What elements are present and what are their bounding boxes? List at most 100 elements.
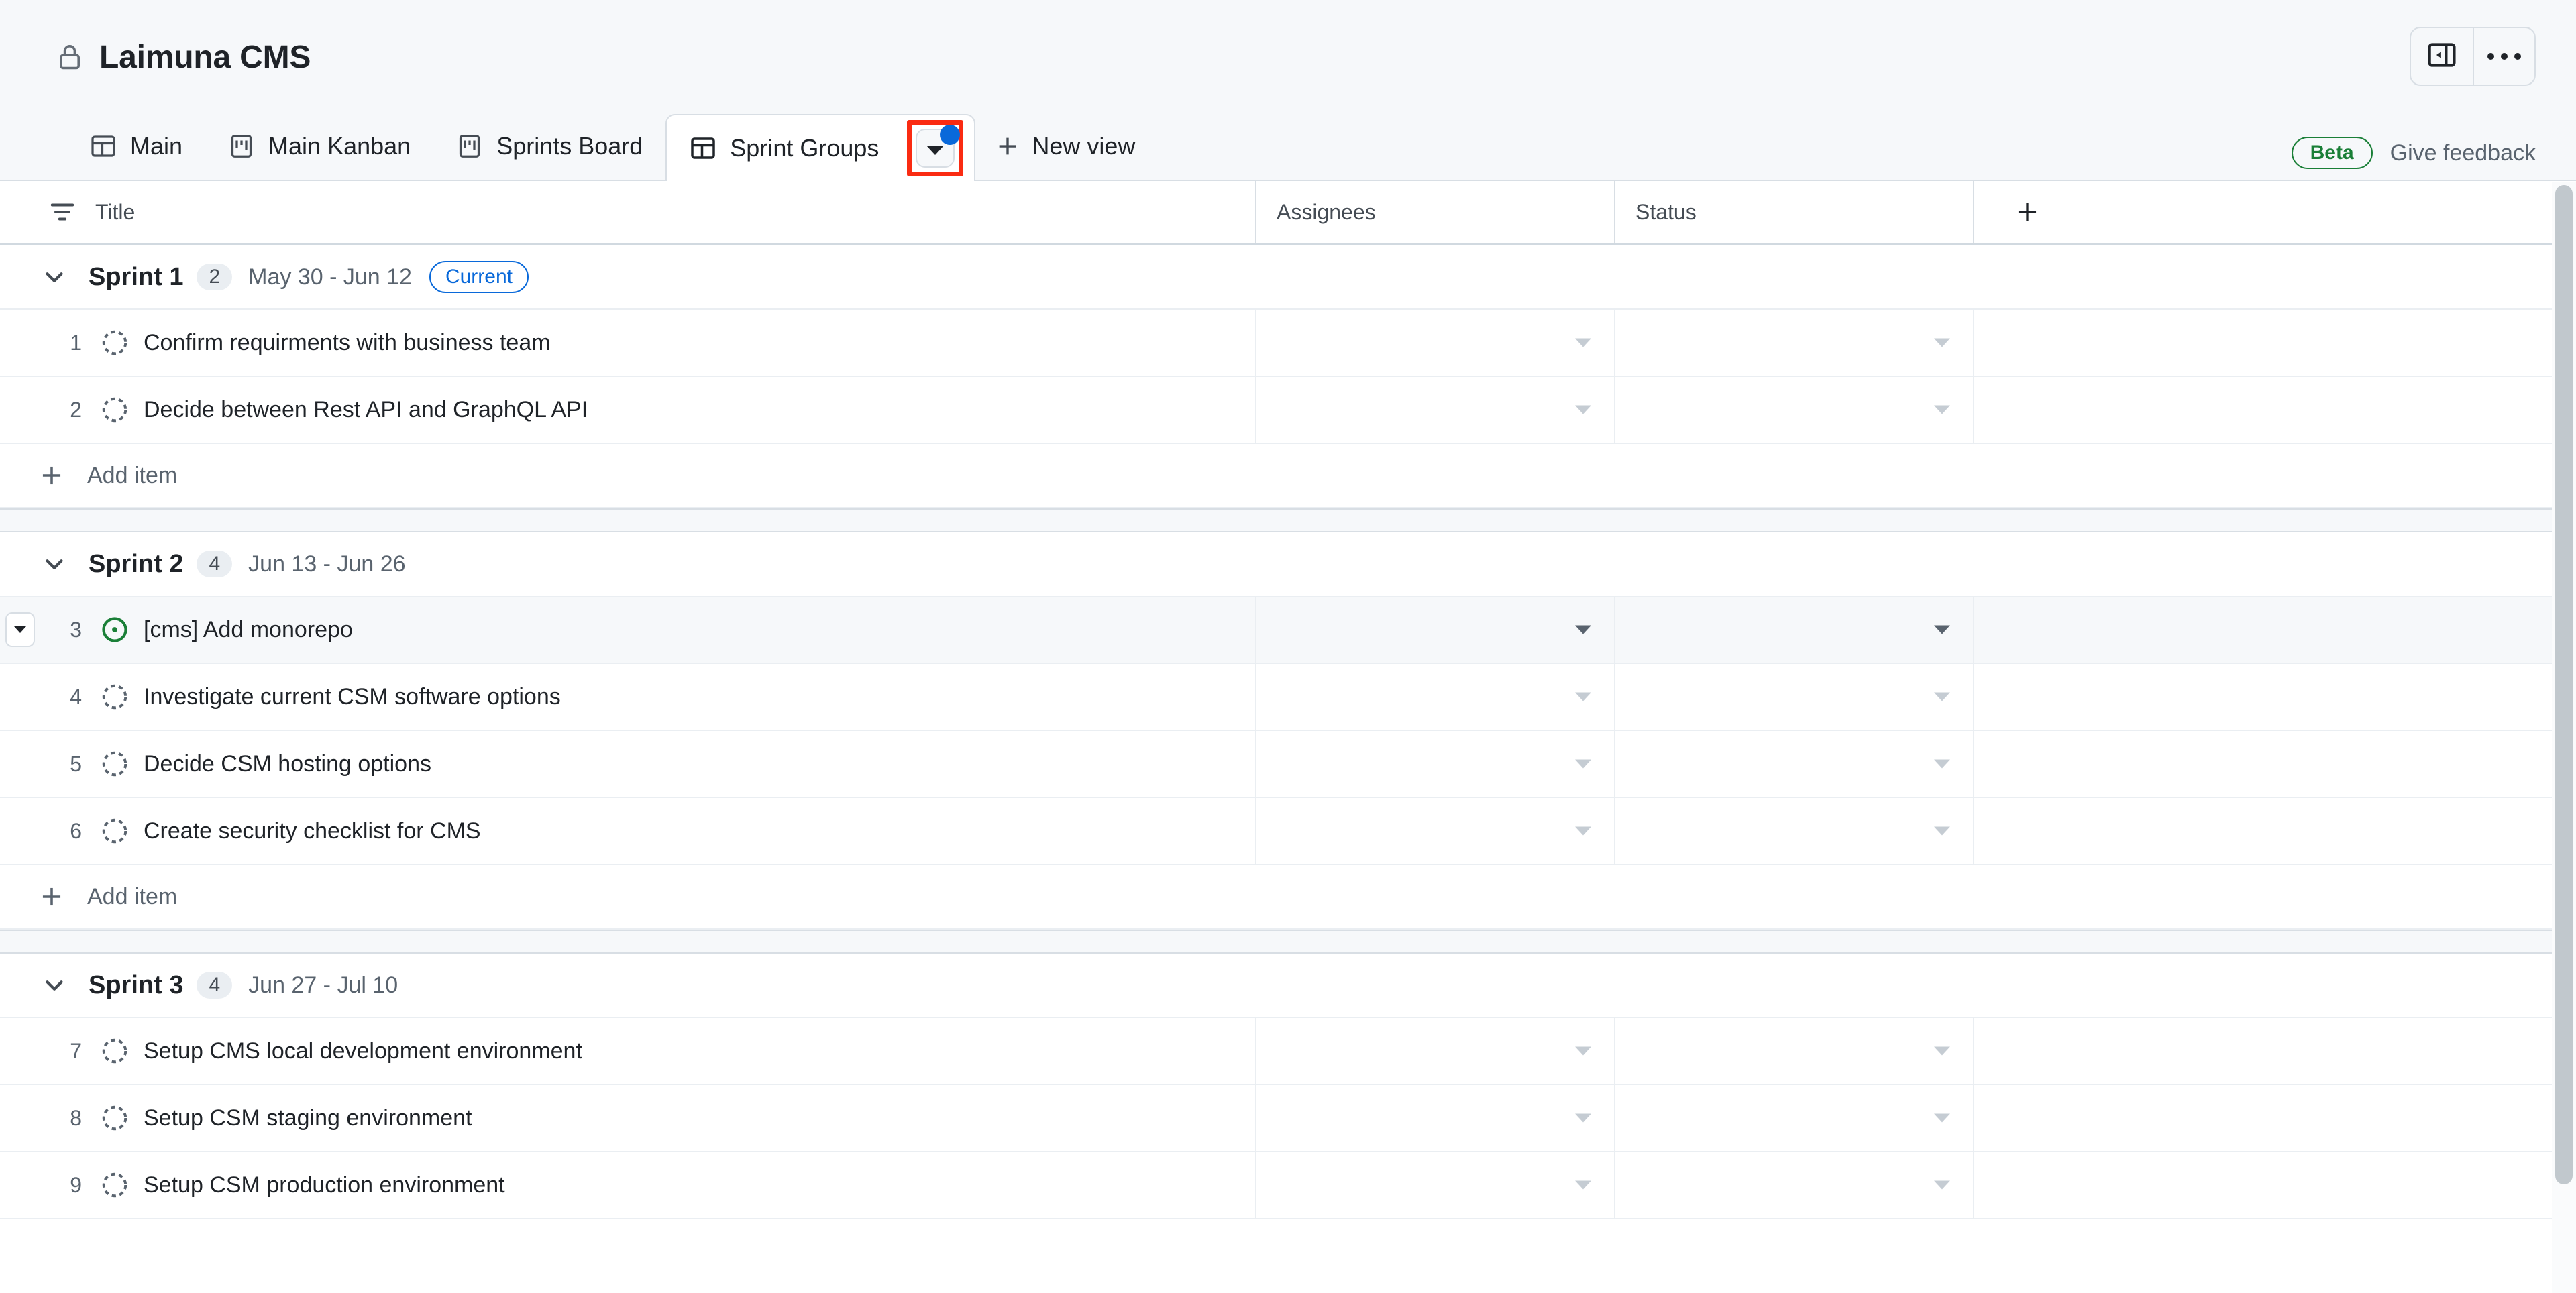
plus-icon	[996, 134, 1020, 158]
board-view-icon	[228, 133, 255, 160]
sidebar-collapse-icon	[2426, 40, 2457, 74]
chevron-down-icon[interactable]	[1934, 1113, 1950, 1123]
item-title: Create security checklist for CMS	[144, 818, 481, 844]
row-number: 4	[0, 685, 101, 710]
cell-empty	[1974, 1152, 2538, 1218]
new-view-button[interactable]: New view	[975, 113, 1155, 180]
chevron-down-icon[interactable]	[1934, 405, 1950, 414]
cell-status[interactable]	[1615, 1085, 1974, 1151]
cell-empty	[1974, 1085, 2538, 1151]
cell-assignees[interactable]	[1256, 1152, 1615, 1218]
chevron-down-icon[interactable]	[1934, 1046, 1950, 1056]
draft-issue-icon	[101, 329, 144, 357]
page-title: Laimuna CMS	[99, 39, 311, 75]
item-title: [cms] Add monorepo	[144, 616, 353, 642]
cell-title[interactable]: 7 Setup CMS local development environment	[0, 1018, 1256, 1084]
chevron-down-icon[interactable]	[1934, 338, 1950, 347]
chevron-down-icon[interactable]	[1575, 692, 1591, 701]
table-row[interactable]: 6 Create security checklist for CMS	[0, 798, 2576, 865]
cell-assignees[interactable]	[1256, 377, 1615, 443]
cell-title[interactable]: 3 [cms] Add monorepo	[0, 597, 1256, 663]
give-feedback-link[interactable]: Give feedback	[2390, 140, 2536, 166]
chevron-down-icon[interactable]	[1575, 826, 1591, 836]
tab-sprint-groups[interactable]: Sprint Groups	[665, 114, 976, 181]
cell-title[interactable]: 6 Create security checklist for CMS	[0, 798, 1256, 864]
column-header-status[interactable]: Status	[1615, 181, 1974, 243]
chevron-down-icon[interactable]	[1575, 625, 1591, 634]
cell-status[interactable]	[1615, 731, 1974, 797]
row-number-label: 6	[70, 818, 82, 843]
cell-assignees[interactable]	[1256, 731, 1615, 797]
cell-title[interactable]: 1 Confirm requirments with business team	[0, 310, 1256, 376]
chevron-down-icon[interactable]	[1575, 1046, 1591, 1056]
scrollbar-thumb[interactable]	[2555, 185, 2573, 1184]
plus-icon	[2015, 199, 2040, 225]
chevron-down-icon[interactable]	[1934, 759, 1950, 769]
table-row[interactable]: 8 Setup CSM staging environment	[0, 1085, 2576, 1152]
vertical-scrollbar[interactable]	[2552, 182, 2576, 1293]
column-header-assignees[interactable]: Assignees	[1256, 181, 1615, 243]
row-number: 7	[0, 1039, 101, 1064]
cell-assignees[interactable]	[1256, 1085, 1615, 1151]
kebab-more-icon	[2487, 53, 2521, 60]
title-content: Setup CSM staging environment	[101, 1104, 472, 1132]
draft-issue-icon	[101, 1037, 144, 1065]
unsaved-changes-dot	[940, 125, 961, 145]
table-row[interactable]: 7 Setup CMS local development environment	[0, 1018, 2576, 1085]
cell-status[interactable]	[1615, 310, 1974, 376]
chevron-down-icon[interactable]	[1934, 1180, 1950, 1190]
cell-title[interactable]: 9 Setup CSM production environment	[0, 1152, 1256, 1218]
chevron-down-icon[interactable]	[1575, 338, 1591, 347]
table-row[interactable]: 9 Setup CSM production environment	[0, 1152, 2576, 1219]
row-number: 1	[0, 331, 101, 355]
cell-assignees[interactable]	[1256, 310, 1615, 376]
table-row[interactable]: 3 [cms] Add monorepo	[0, 597, 2576, 664]
cell-status[interactable]	[1615, 377, 1974, 443]
cell-title[interactable]: 2 Decide between Rest API and GraphQL API	[0, 377, 1256, 443]
cell-status[interactable]	[1615, 597, 1974, 663]
filter-icon[interactable]	[0, 198, 95, 226]
chevron-down-icon[interactable]	[1575, 759, 1591, 769]
chevron-down-icon[interactable]	[40, 263, 89, 291]
table-row[interactable]: 4 Investigate current CSM software option…	[0, 664, 2576, 731]
cell-title[interactable]: 5 Decide CSM hosting options	[0, 731, 1256, 797]
cell-assignees[interactable]	[1256, 1018, 1615, 1084]
cell-status[interactable]	[1615, 664, 1974, 730]
row-number-label: 9	[70, 1172, 82, 1197]
chevron-down-icon[interactable]	[40, 971, 89, 999]
group-separator	[0, 930, 2576, 954]
add-item-row[interactable]: Add item	[0, 865, 2576, 930]
chevron-down-icon[interactable]	[1934, 625, 1950, 634]
cell-assignees[interactable]	[1256, 664, 1615, 730]
more-options-button[interactable]	[2473, 28, 2534, 85]
cell-status[interactable]	[1615, 1152, 1974, 1218]
tab-label: Main Kanban	[268, 132, 411, 160]
cell-title[interactable]: 4 Investigate current CSM software option…	[0, 664, 1256, 730]
tab-main-kanban[interactable]: Main Kanban	[205, 113, 433, 180]
cell-title[interactable]: 8 Setup CSM staging environment	[0, 1085, 1256, 1151]
view-options-button[interactable]	[916, 125, 961, 168]
column-header-title[interactable]: Title	[0, 181, 1256, 243]
draft-issue-icon	[101, 396, 144, 424]
tab-sprints-board[interactable]: Sprints Board	[433, 113, 665, 180]
cell-assignees[interactable]	[1256, 597, 1615, 663]
chevron-down-icon[interactable]	[1934, 826, 1950, 836]
table-row[interactable]: 1 Confirm requirments with business team	[0, 310, 2576, 377]
row-expand-button[interactable]	[5, 612, 35, 647]
sidebar-collapse-button[interactable]	[2411, 28, 2473, 85]
row-number: 6	[0, 819, 101, 844]
cell-assignees[interactable]	[1256, 798, 1615, 864]
add-item-row[interactable]: Add item	[0, 444, 2576, 508]
tab-main[interactable]: Main	[67, 113, 205, 180]
chevron-down-icon[interactable]	[1575, 405, 1591, 414]
table-row[interactable]: 2 Decide between Rest API and GraphQL API	[0, 377, 2576, 444]
window-header: Laimuna CMS	[0, 0, 2576, 114]
chevron-down-icon[interactable]	[40, 550, 89, 578]
chevron-down-icon[interactable]	[1575, 1180, 1591, 1190]
add-column-button[interactable]	[1974, 181, 2538, 243]
cell-status[interactable]	[1615, 798, 1974, 864]
chevron-down-icon[interactable]	[1575, 1113, 1591, 1123]
chevron-down-icon[interactable]	[1934, 692, 1950, 701]
cell-status[interactable]	[1615, 1018, 1974, 1084]
table-row[interactable]: 5 Decide CSM hosting options	[0, 731, 2576, 798]
